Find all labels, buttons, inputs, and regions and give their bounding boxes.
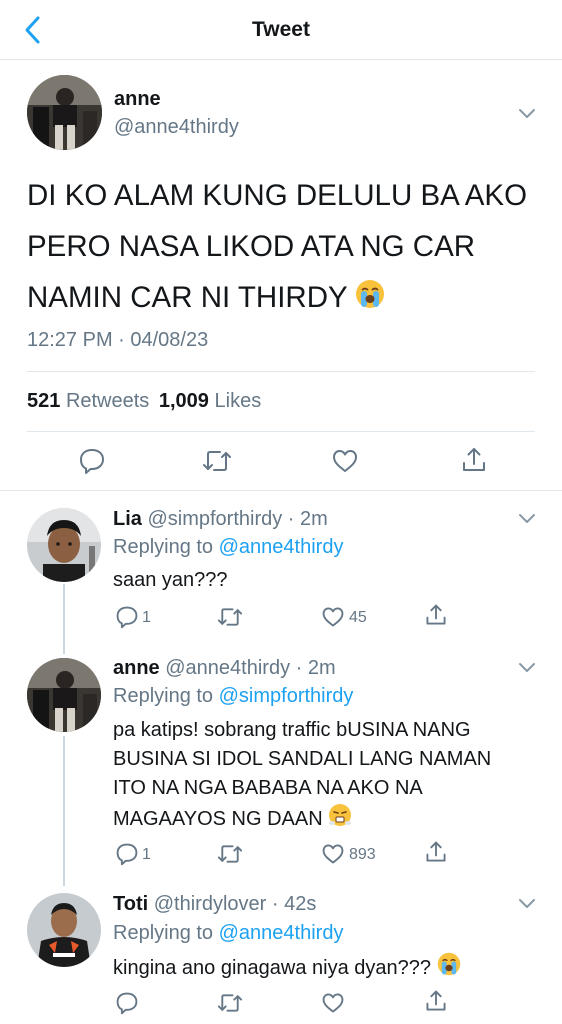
replying-to-mention[interactable]: @simpforthirdy	[219, 685, 354, 707]
face-with-steam-icon	[328, 803, 352, 836]
replying-to: Replying to @anne4thirdy	[113, 536, 343, 559]
retweet-icon[interactable]	[216, 991, 244, 1020]
share-icon[interactable]	[424, 840, 448, 869]
replying-to-prefix: Replying to	[113, 536, 214, 558]
reply-author-name[interactable]: Lia	[113, 508, 142, 530]
reply-author-handle[interactable]: @simpforthirdy · 2m	[147, 508, 327, 530]
reply-author-handle[interactable]: @thirdylover · 42s	[154, 893, 317, 915]
tweet-text-line: DI KO ALAM KUNG DELULU BA AKO	[27, 179, 528, 212]
reply-author-handle[interactable]: @anne4thirdy · 2m	[165, 657, 335, 679]
loudly-crying-face-icon	[437, 952, 461, 985]
reply-author-name[interactable]: Toti	[113, 893, 148, 915]
loudly-crying-face-icon	[355, 274, 385, 325]
chevron-down-icon[interactable]	[518, 512, 536, 524]
reply-text-line: pa katips! sobrang traffic bUSINA NANG	[113, 719, 471, 741]
replying-to-mention[interactable]: @anne4thirdy	[219, 536, 344, 558]
like-icon[interactable]	[331, 447, 359, 480]
divider	[27, 371, 535, 372]
reply-icon[interactable]	[115, 842, 139, 871]
author-name[interactable]: anne	[114, 88, 161, 111]
thread-line	[63, 584, 65, 654]
reply-icon[interactable]	[78, 447, 106, 480]
reply-icon[interactable]	[115, 991, 139, 1020]
tweet-text: DI KO ALAM KUNG DELULU BA AKO PERO NASA …	[27, 170, 537, 325]
reply-text-line: MAGAAYOS NG DAAN	[113, 807, 323, 830]
retweet-icon[interactable]	[201, 447, 233, 480]
retweet-icon[interactable]	[216, 605, 244, 634]
reply-text-wrap: kingina ano ginagawa niya dyan???	[113, 952, 553, 985]
reply-text: kingina ano ginagawa niya dyan???	[113, 956, 432, 979]
chevron-down-icon[interactable]	[518, 897, 536, 909]
thread-line	[63, 736, 65, 886]
chevron-down-icon[interactable]	[518, 107, 536, 119]
share-icon[interactable]	[424, 603, 448, 632]
reply-count: 1	[142, 846, 151, 863]
replying-to: Replying to @simpforthirdy	[113, 685, 353, 708]
retweets-count[interactable]: 521	[27, 390, 60, 412]
share-icon[interactable]	[460, 446, 488, 479]
reply-text-line: BUSINA SI IDOL SANDALI LANG NAMAN	[113, 748, 492, 770]
reply-avatar[interactable]	[27, 508, 101, 582]
tweet-timestamp: 12:27 PM · 04/08/23	[27, 329, 209, 351]
chevron-down-icon[interactable]	[518, 661, 536, 673]
navigation-bar: Tweet	[0, 0, 562, 60]
retweets-label[interactable]: Retweets	[66, 390, 149, 412]
divider	[27, 431, 535, 432]
like-count: 45	[349, 609, 367, 626]
divider	[0, 490, 562, 491]
reply-icon[interactable]	[115, 605, 139, 634]
likes-label[interactable]: Likes	[215, 390, 262, 412]
reply-avatar[interactable]	[27, 893, 101, 967]
reply-text: saan yan???	[113, 569, 228, 591]
tweet-text-line-wrap: NAMIN CAR NI THIRDY	[27, 272, 537, 325]
page-title: Tweet	[252, 18, 310, 41]
tweet-text-line: NAMIN CAR NI THIRDY	[27, 281, 348, 314]
reply-header: Toti @thirdylover · 42s	[113, 893, 316, 916]
reply-text-line: ITO NA NGA BABABA NA AKO NA	[113, 777, 423, 799]
replying-to-prefix: Replying to	[113, 685, 214, 707]
like-icon[interactable]	[321, 991, 345, 1020]
reply-text: pa katips! sobrang traffic bUSINA NANG B…	[113, 716, 533, 836]
tweet-stats: 521 Retweets 1,009 Likes	[27, 390, 261, 413]
like-count: 893	[349, 846, 376, 863]
reply-author-name[interactable]: anne	[113, 657, 160, 679]
reply-avatar[interactable]	[27, 658, 101, 732]
author-handle[interactable]: @anne4thirdy	[114, 116, 239, 139]
reply-count: 1	[142, 609, 151, 626]
replying-to: Replying to @anne4thirdy	[113, 922, 343, 945]
like-icon[interactable]	[321, 842, 345, 871]
tweet-text-line: PERO NASA LIKOD ATA NG CAR	[27, 230, 476, 263]
reply-header: anne @anne4thirdy · 2m	[113, 657, 336, 680]
replying-to-mention[interactable]: @anne4thirdy	[219, 922, 344, 944]
replying-to-prefix: Replying to	[113, 922, 214, 944]
author-avatar[interactable]	[27, 75, 102, 150]
share-icon[interactable]	[424, 989, 448, 1018]
like-icon[interactable]	[321, 605, 345, 634]
retweet-icon[interactable]	[216, 842, 244, 871]
reply-header: Lia @simpforthirdy · 2m	[113, 508, 328, 531]
likes-count[interactable]: 1,009	[159, 390, 209, 412]
reply-text-line-wrap: MAGAAYOS NG DAAN	[113, 803, 533, 836]
